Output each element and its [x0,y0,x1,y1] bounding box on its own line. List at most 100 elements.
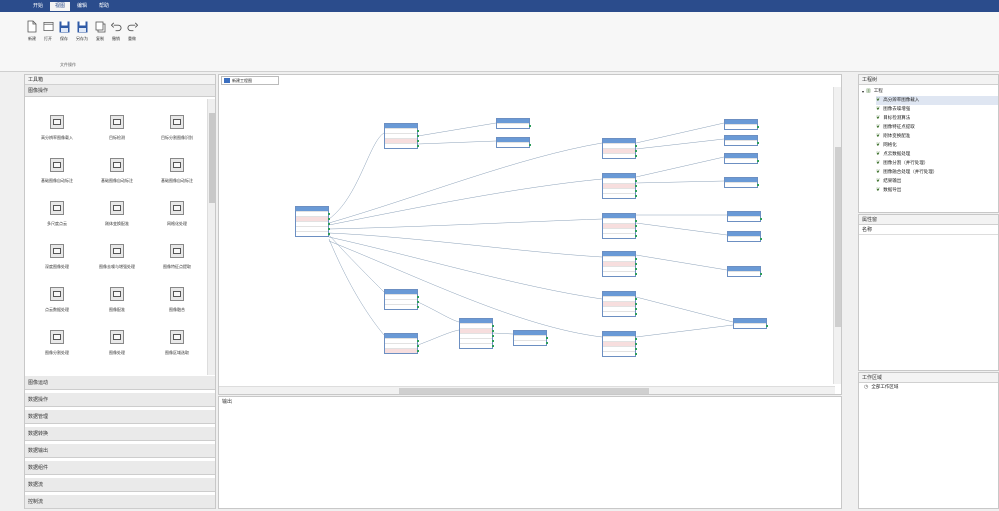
toolbox-section[interactable]: 数据管理 [25,410,215,424]
flow-node[interactable] [724,153,759,164]
toolbox-section-image-ops[interactable]: 图像操作 [25,85,215,97]
flow-node[interactable] [727,211,762,222]
node-port-row[interactable] [728,236,762,241]
flow-node[interactable] [496,137,531,148]
undo-button[interactable]: 撤销 [109,20,123,42]
flow-node[interactable] [724,119,759,130]
flow-node[interactable] [513,330,548,346]
node-port-row[interactable] [603,271,637,276]
node-port-row[interactable] [728,271,762,276]
menu-item-edit[interactable]: 编辑 [72,2,92,11]
tool-item[interactable]: 网格化处理 [147,201,207,243]
tree-item[interactable]: ❦ 点云数据处理 [876,150,998,159]
editor-horizontal-scrollbar[interactable] [219,386,835,394]
flow-node[interactable] [724,177,759,188]
tool-item[interactable]: 图像去噪与增强处理 [87,244,147,286]
tree-root[interactable]: ▾ ▥ 工程 [862,87,998,96]
flow-node[interactable] [496,118,531,129]
node-port-row[interactable] [385,304,419,309]
node-port-row[interactable] [385,143,419,148]
tree-item[interactable]: ❦ 图像融合处理（并行处理） [876,168,998,177]
flow-node[interactable] [733,318,768,329]
flow-node[interactable] [384,289,419,310]
menu-item-start[interactable]: 开始 [28,2,48,11]
tree-item[interactable]: ❦ 网格化 [876,141,998,150]
menu-item-help[interactable]: 帮助 [94,2,114,11]
tool-item[interactable]: 图像区域选取 [147,330,207,372]
tool-item[interactable]: 目标分割图像识别 [147,115,207,157]
tree-item[interactable]: ❦ 图像特征点提取 [876,123,998,132]
tree-item[interactable]: ❦ 高分辨率图像载入 [876,96,998,105]
node-port-row[interactable] [497,142,531,147]
redo-button[interactable]: 重做 [125,20,139,42]
tool-item[interactable]: 高分辨率图像载入 [27,115,87,157]
flow-node[interactable] [727,231,762,242]
flow-node[interactable] [602,251,637,277]
tool-item[interactable]: 点云数据处理 [27,287,87,329]
toolbox-section[interactable]: 图像运动 [25,376,215,390]
tree-item[interactable]: ❦ 目标检测算法 [876,114,998,123]
tree-item[interactable]: ❦ 图像去噪增强 [876,105,998,114]
open-button[interactable]: 打开 [41,20,55,42]
node-port-row[interactable] [296,231,330,236]
tool-item[interactable]: 目标检测 [87,115,147,157]
tool-item[interactable]: 基础图像自动标注 [87,158,147,200]
toolbox-section[interactable]: 数据流 [25,478,215,492]
node-port-row[interactable] [603,193,637,198]
node-port-row[interactable] [497,123,531,128]
tool-item[interactable]: 图像配准 [87,287,147,329]
toolbox-section[interactable]: 数据操作 [25,393,215,407]
copy-button[interactable]: 复制 [93,20,107,42]
flow-node[interactable] [602,213,637,239]
tool-item[interactable]: 基础图像自动标注 [27,158,87,200]
flow-node[interactable] [602,138,637,159]
flow-node[interactable] [384,333,419,354]
save-button[interactable]: 保存 [57,20,71,42]
toolbox-section[interactable]: 数据组件 [25,461,215,475]
editor-vertical-scrollbar[interactable] [833,87,841,384]
tool-item[interactable]: 多尺度点云 [27,201,87,243]
node-port-row[interactable] [603,233,637,238]
tree-item[interactable]: ❦ 结果输出 [876,177,998,186]
tool-item[interactable]: 刚体变换配准 [87,201,147,243]
new-button[interactable]: 新建 [25,20,39,42]
flow-canvas[interactable] [219,87,839,384]
node-port-row[interactable] [725,182,759,187]
node-port-row[interactable] [728,216,762,221]
editor-vscroll-thumb[interactable] [835,147,841,327]
node-port-row[interactable] [725,124,759,129]
toolbox-section[interactable]: 数据输出 [25,444,215,458]
node-port-row[interactable] [603,311,637,316]
flow-node[interactable] [384,123,419,149]
workspace-item[interactable]: ◷ 全部工作区域 [859,383,998,392]
tool-item[interactable]: 图像特征点提取 [147,244,207,286]
save-as-button[interactable]: 另存为 [75,20,89,42]
toolbox-scroll-thumb[interactable] [209,113,215,203]
flow-node[interactable] [459,318,494,349]
collapse-arrow-icon[interactable]: ▾ [862,87,864,96]
tree-item[interactable]: ❦ 刚体变换配准 [876,132,998,141]
tool-item[interactable]: 图像处理 [87,330,147,372]
editor-hscroll-thumb[interactable] [399,388,649,394]
flow-node[interactable] [724,135,759,146]
tool-item[interactable]: 基础图像自动标注 [147,158,207,200]
tree-item[interactable]: ❦ 图像分割（并行处理） [876,159,998,168]
tool-item[interactable]: 图像分割处理 [27,330,87,372]
flow-node[interactable] [727,266,762,277]
node-port-row[interactable] [725,140,759,145]
node-port-row[interactable] [603,153,637,158]
node-port-row[interactable] [725,158,759,163]
flow-node[interactable] [295,206,330,237]
menu-item-view[interactable]: 视图 [50,1,71,11]
property-name-row[interactable]: 名称 [859,225,998,235]
node-port-row[interactable] [514,340,548,345]
tool-item[interactable]: 深度图像处理 [27,244,87,286]
node-port-row[interactable] [734,323,768,328]
flow-node[interactable] [602,173,637,199]
flow-node[interactable] [602,331,637,357]
flow-node[interactable] [602,291,637,317]
toolbox-scrollbar[interactable] [207,99,215,375]
tree-item[interactable]: ❦ 数据导出 [876,186,998,195]
node-port-row[interactable] [603,351,637,356]
toolbox-section[interactable]: 控制流 [25,495,215,509]
